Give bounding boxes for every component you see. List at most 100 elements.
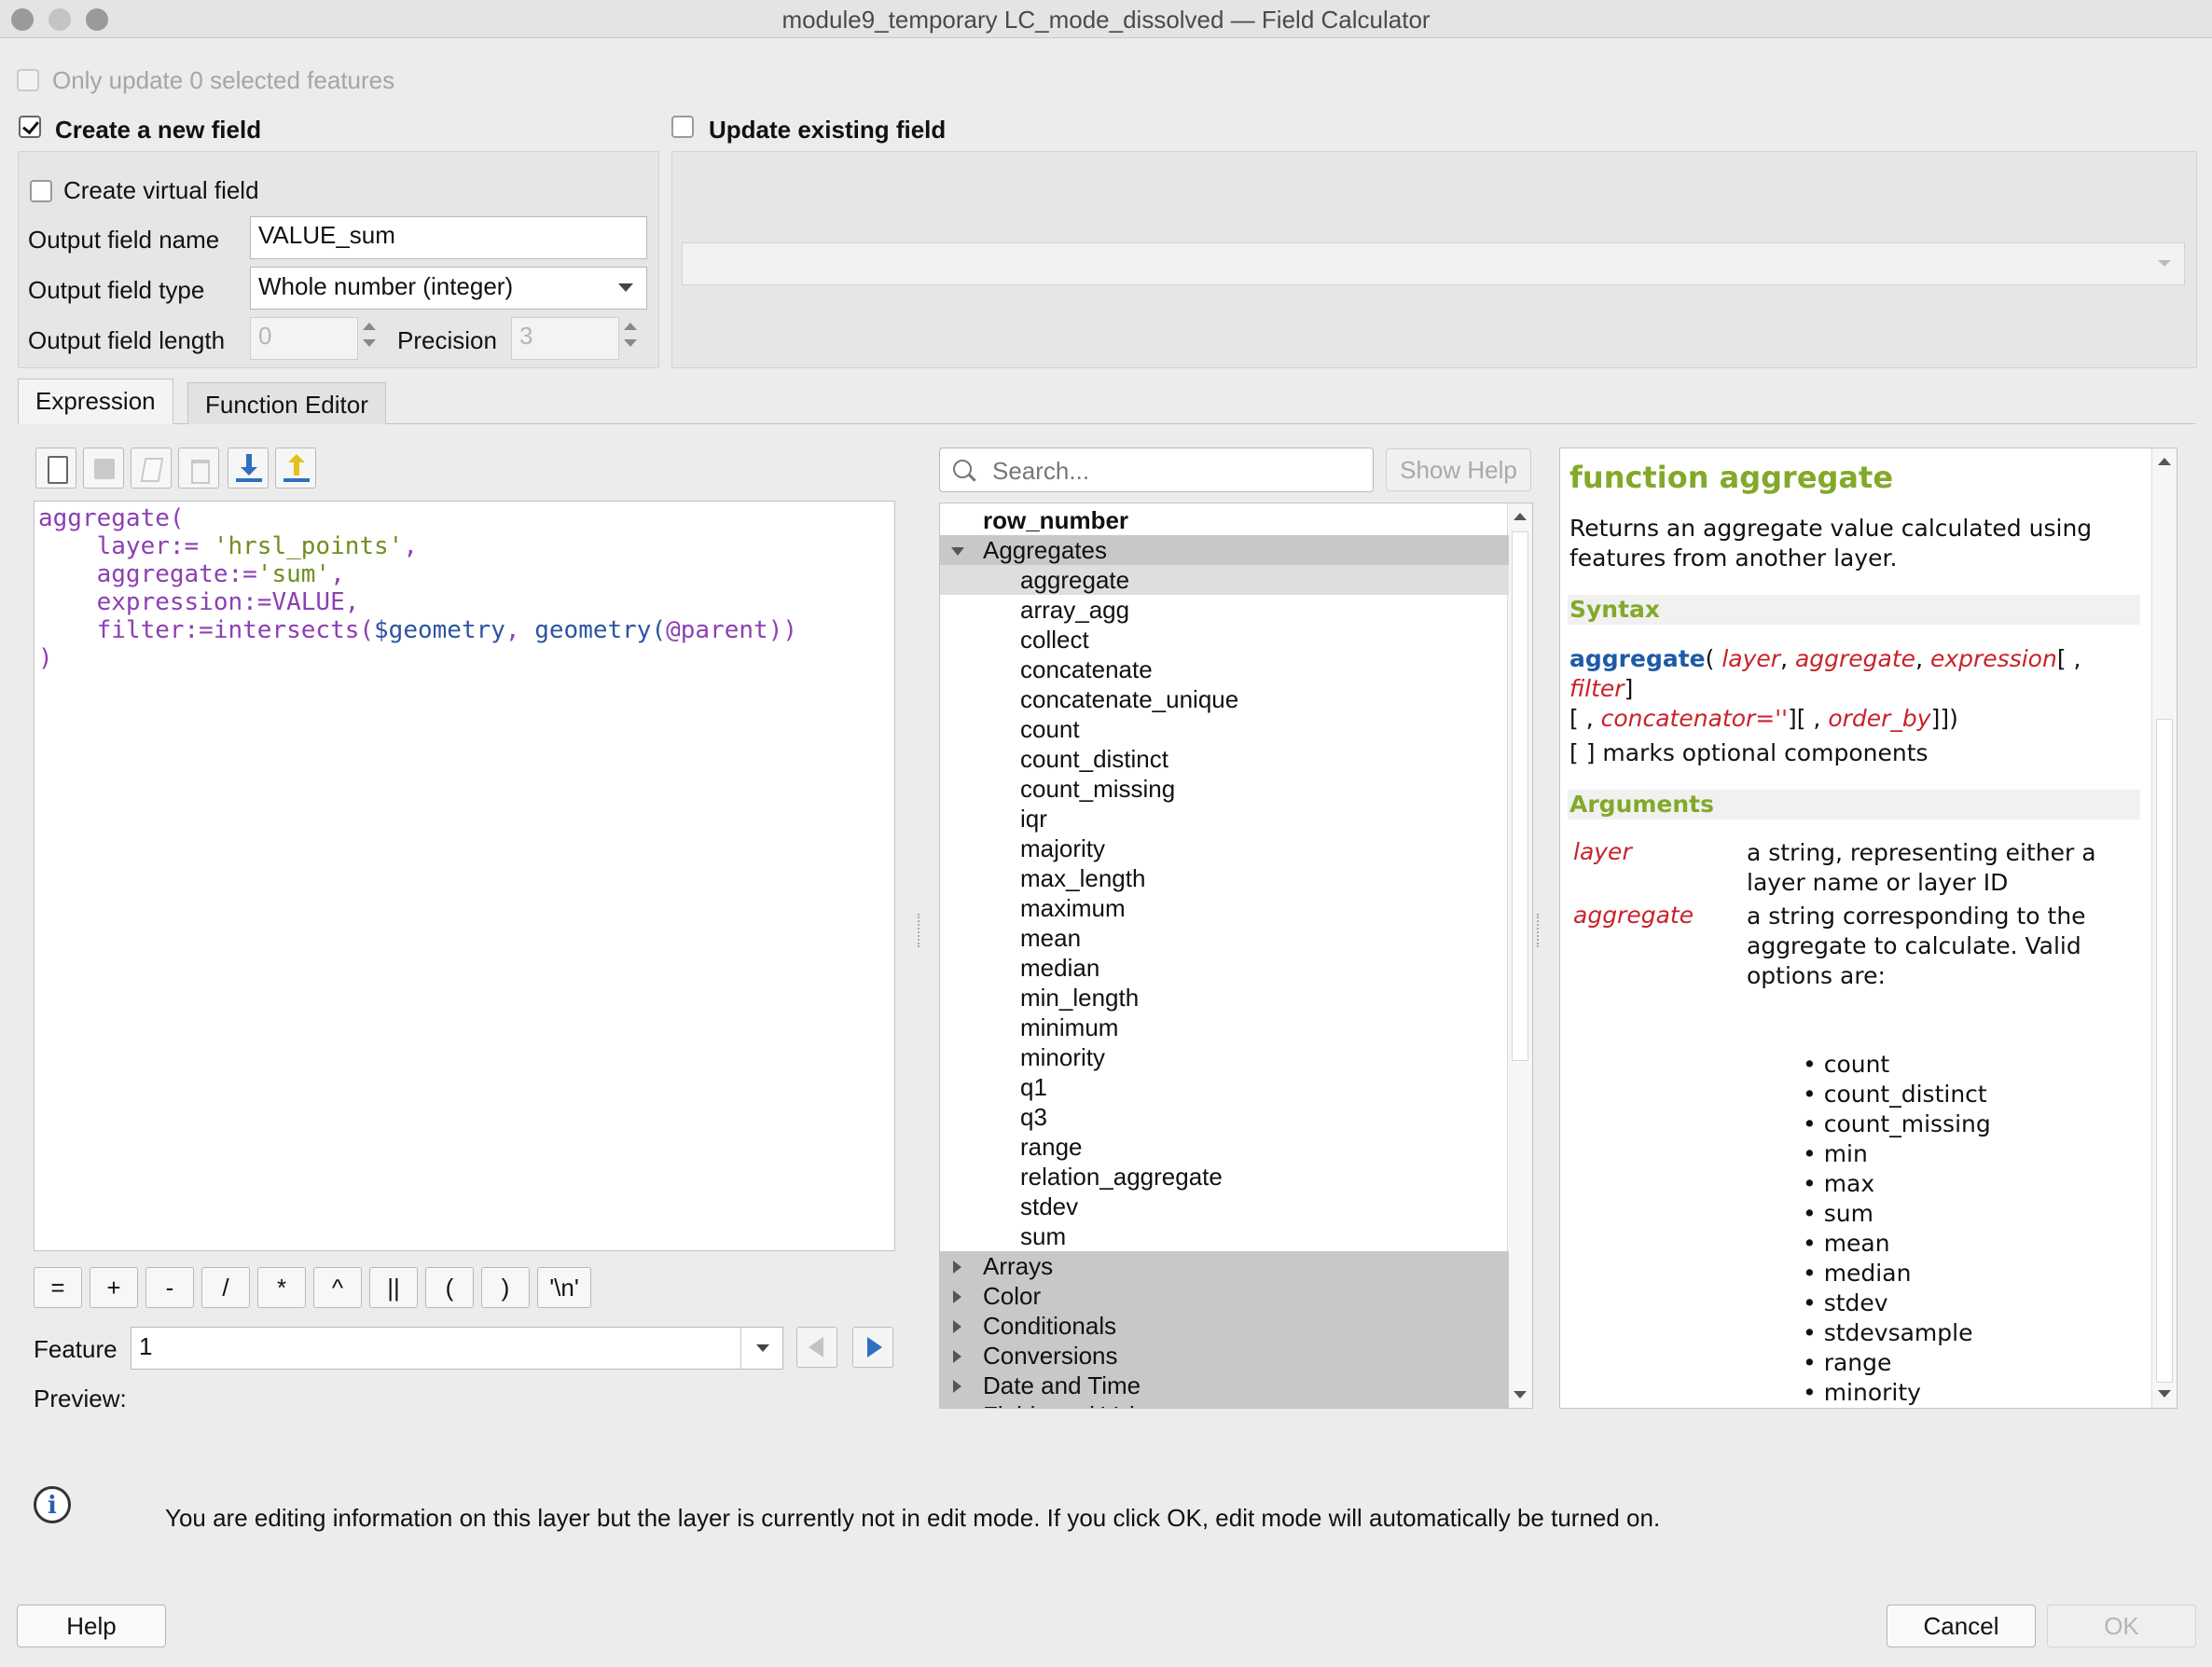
only-update-selected-checkbox[interactable] xyxy=(17,69,39,91)
chevron-right-icon[interactable] xyxy=(953,1261,961,1274)
save-button[interactable] xyxy=(83,448,124,489)
tree-group[interactable]: Arrays xyxy=(940,1251,1509,1281)
chevron-down-icon[interactable] xyxy=(951,547,964,556)
function-tree-scrollbar[interactable] xyxy=(1507,503,1532,1408)
operator-button[interactable]: ) xyxy=(481,1267,530,1308)
tree-item[interactable]: max_length xyxy=(940,863,1509,893)
expression-editor[interactable]: aggregate( layer:= 'hrsl_points', aggreg… xyxy=(34,501,895,1251)
cancel-button[interactable]: Cancel xyxy=(1887,1605,2036,1647)
next-feature-button[interactable] xyxy=(852,1327,893,1368)
tree-group[interactable]: Color xyxy=(940,1281,1509,1311)
tree-item[interactable]: min_length xyxy=(940,983,1509,1013)
help-button[interactable]: Help xyxy=(17,1605,166,1647)
help-description: Returns an aggregate value calculated us… xyxy=(1569,515,2093,572)
tree-item[interactable]: maximum xyxy=(940,893,1509,923)
output-field-length-input[interactable]: 0 xyxy=(250,317,358,360)
existing-field-select[interactable] xyxy=(682,242,2185,285)
tree-item-label: Fields and Values xyxy=(983,1400,1174,1408)
delete-button[interactable] xyxy=(178,448,219,489)
output-field-length-label: Output field length xyxy=(28,326,226,354)
previous-feature-button[interactable] xyxy=(796,1327,837,1368)
tree-item-label: q1 xyxy=(1020,1073,1047,1101)
feature-select[interactable]: 1 xyxy=(131,1327,783,1370)
operator-button[interactable]: || xyxy=(369,1267,418,1308)
output-field-length-stepper[interactable] xyxy=(360,317,379,360)
ok-button[interactable]: OK xyxy=(2047,1605,2196,1647)
new-file-icon xyxy=(48,456,68,484)
output-field-type-label: Output field type xyxy=(28,276,205,304)
tree-item[interactable]: range xyxy=(940,1132,1509,1162)
aggregate-option-label: minority xyxy=(1823,1379,1921,1406)
tree-item[interactable]: minority xyxy=(940,1042,1509,1072)
chevron-right-icon[interactable] xyxy=(953,1350,961,1363)
splitter-handle[interactable] xyxy=(1537,914,1541,947)
tree-item-label: q3 xyxy=(1020,1103,1047,1131)
tree-item[interactable]: count_missing xyxy=(940,774,1509,804)
create-virtual-field-checkbox[interactable] xyxy=(30,180,52,202)
tree-item[interactable]: relation_aggregate xyxy=(940,1162,1509,1192)
chevron-right-icon[interactable] xyxy=(953,1380,961,1393)
tree-group-aggregates[interactable]: Aggregates xyxy=(940,535,1509,565)
tree-group[interactable]: Conditionals xyxy=(940,1311,1509,1341)
help-scrollbar[interactable] xyxy=(2151,448,2177,1408)
tree-item-label: range xyxy=(1020,1133,1083,1161)
tree-item[interactable]: count_distinct xyxy=(940,744,1509,774)
tree-group[interactable]: Fields and Values xyxy=(940,1400,1509,1408)
output-field-type-select[interactable]: Whole number (integer) xyxy=(250,267,647,310)
output-field-name-input[interactable]: VALUE_sum xyxy=(250,216,647,259)
function-tree[interactable]: row_number Aggregates aggregate array_agg co… xyxy=(939,503,1533,1409)
update-existing-field-checkbox[interactable] xyxy=(671,116,694,138)
create-virtual-field-label: Create virtual field xyxy=(63,176,259,204)
new-file-button[interactable] xyxy=(35,448,76,489)
operator-button[interactable]: ( xyxy=(425,1267,474,1308)
tree-item[interactable]: count xyxy=(940,714,1509,744)
tree-item[interactable]: concatenate_unique xyxy=(940,684,1509,714)
operator-button[interactable]: ^ xyxy=(313,1267,362,1308)
tree-item[interactable]: collect xyxy=(940,625,1509,654)
tree-item[interactable]: array_agg xyxy=(940,595,1509,625)
tree-item-row-number[interactable]: row_number xyxy=(940,505,1509,535)
bullet-icon: • xyxy=(1803,1200,1824,1227)
tree-item[interactable]: q3 xyxy=(940,1102,1509,1132)
edit-button[interactable] xyxy=(131,448,172,489)
tree-group[interactable]: Date and Time xyxy=(940,1371,1509,1400)
tree-item[interactable]: median xyxy=(940,953,1509,983)
aggregate-option: • range xyxy=(1803,1349,1891,1376)
operator-button[interactable]: / xyxy=(201,1267,250,1308)
tree-item[interactable]: concatenate xyxy=(940,654,1509,684)
splitter-handle[interactable] xyxy=(918,914,922,947)
tree-item[interactable]: minimum xyxy=(940,1013,1509,1042)
operator-button[interactable]: = xyxy=(34,1267,82,1308)
tree-group[interactable]: Conversions xyxy=(940,1341,1509,1371)
feature-value: 1 xyxy=(139,1332,153,1360)
precision-stepper[interactable] xyxy=(621,317,640,360)
update-existing-field-label: Update existing field xyxy=(709,116,947,144)
precision-input[interactable]: 3 xyxy=(511,317,619,360)
function-search-input[interactable]: Search... xyxy=(939,448,1374,492)
tree-item[interactable]: stdev xyxy=(940,1192,1509,1221)
tree-item-label: minority xyxy=(1020,1043,1106,1071)
operator-button[interactable]: * xyxy=(257,1267,306,1308)
scrollbar-thumb[interactable] xyxy=(2156,719,2173,1383)
operator-button[interactable]: '\n' xyxy=(537,1267,591,1308)
show-help-button[interactable]: Show Help xyxy=(1386,448,1531,491)
scrollbar-thumb[interactable] xyxy=(1512,531,1528,1061)
chevron-right-icon[interactable] xyxy=(953,1320,961,1333)
export-button[interactable] xyxy=(275,448,316,489)
operator-button[interactable]: + xyxy=(90,1267,138,1308)
tab-function-editor[interactable]: Function Editor xyxy=(187,382,386,424)
tree-item[interactable]: iqr xyxy=(940,804,1509,834)
tree-item[interactable]: sum xyxy=(940,1221,1509,1251)
tab-expression[interactable]: Expression xyxy=(18,379,173,424)
tree-item[interactable]: majority xyxy=(940,834,1509,863)
chevron-right-icon[interactable] xyxy=(953,1290,961,1303)
tree-item[interactable]: q1 xyxy=(940,1072,1509,1102)
tree-item-label: count_missing xyxy=(1020,775,1176,803)
operator-button[interactable]: - xyxy=(145,1267,194,1308)
tree-item[interactable]: aggregate xyxy=(940,565,1509,595)
tree-item[interactable]: mean xyxy=(940,923,1509,953)
import-button[interactable] xyxy=(228,448,269,489)
tree-item-label: max_length xyxy=(1020,864,1146,892)
create-new-field-checkbox[interactable] xyxy=(19,116,41,138)
output-field-type-value: Whole number (integer) xyxy=(258,272,514,300)
